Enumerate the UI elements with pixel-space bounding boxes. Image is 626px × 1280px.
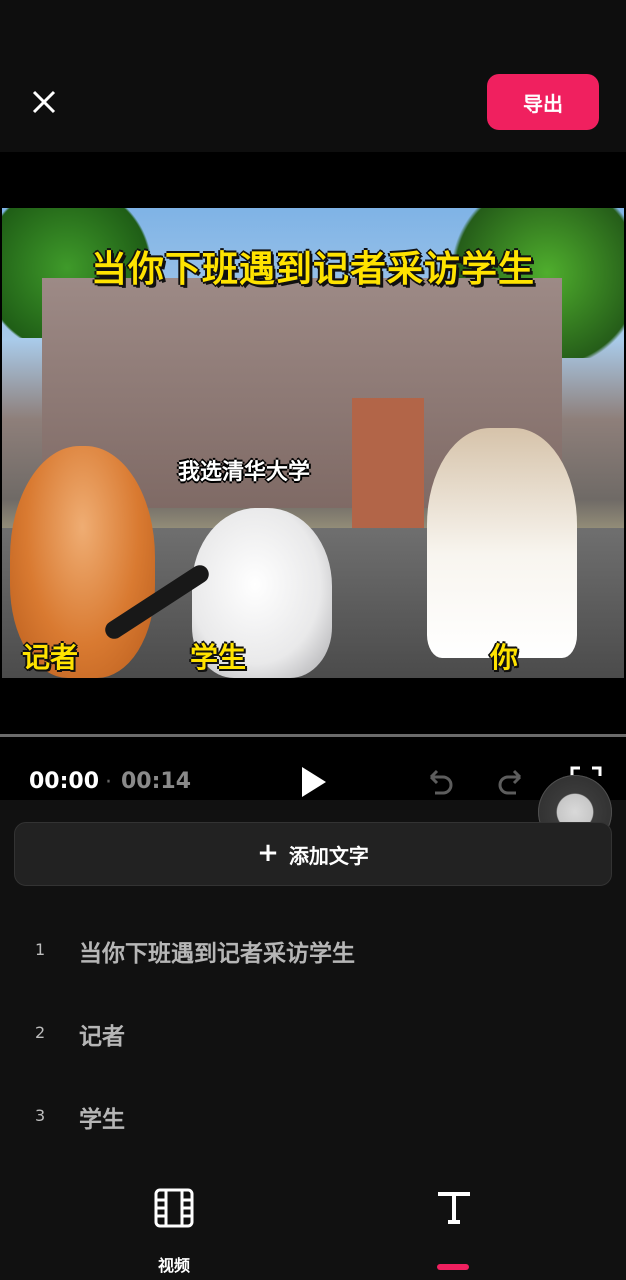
tab-video-label: 视频 xyxy=(157,1256,190,1275)
video-preview[interactable]: 当你下班遇到记者采访学生 我选清华大学 记者 学生 你 xyxy=(2,208,624,678)
close-icon[interactable] xyxy=(28,86,60,118)
add-text-button[interactable]: + 添加文字 xyxy=(14,822,612,886)
item-text: 当你下班遇到记者采访学生 xyxy=(79,941,355,967)
item-index: 1 xyxy=(35,940,46,959)
you-cat xyxy=(427,428,577,658)
item-text: 记者 xyxy=(79,1024,125,1050)
item-index: 3 xyxy=(35,1106,46,1125)
plus-icon: + xyxy=(257,838,279,868)
you-label[interactable]: 你 xyxy=(490,636,518,676)
reporter-label[interactable]: 记者 xyxy=(22,636,78,676)
text-icon xyxy=(438,1192,470,1224)
timeline-progress[interactable] xyxy=(0,734,626,737)
undo-icon[interactable] xyxy=(421,764,457,800)
redo-icon[interactable] xyxy=(494,764,530,800)
student-label[interactable]: 学生 xyxy=(190,636,246,676)
video-headline[interactable]: 当你下班遇到记者采访学生 xyxy=(2,240,624,292)
text-list-item[interactable]: 3 学生 xyxy=(0,1094,626,1154)
item-text: 学生 xyxy=(79,1107,125,1133)
time-separator: · xyxy=(105,770,112,795)
play-icon[interactable] xyxy=(294,763,332,801)
tab-text[interactable] xyxy=(430,1184,478,1270)
text-list-item[interactable]: 2 记者 xyxy=(0,1011,626,1071)
total-time: 00:14 xyxy=(121,769,192,794)
text-list-item[interactable]: 1 当你下班遇到记者采访学生 xyxy=(0,928,626,988)
video-subline[interactable]: 我选清华大学 xyxy=(178,454,310,486)
item-index: 2 xyxy=(35,1023,46,1042)
bottom-navigation: 视频 xyxy=(0,1168,626,1280)
tab-video[interactable]: 视频 xyxy=(150,1184,198,1275)
film-icon xyxy=(154,1188,194,1228)
add-text-label: 添加文字 xyxy=(288,843,369,868)
export-button[interactable]: 导出 xyxy=(487,74,599,130)
active-tab-indicator xyxy=(437,1264,469,1270)
current-time: 00:00 xyxy=(29,769,100,794)
